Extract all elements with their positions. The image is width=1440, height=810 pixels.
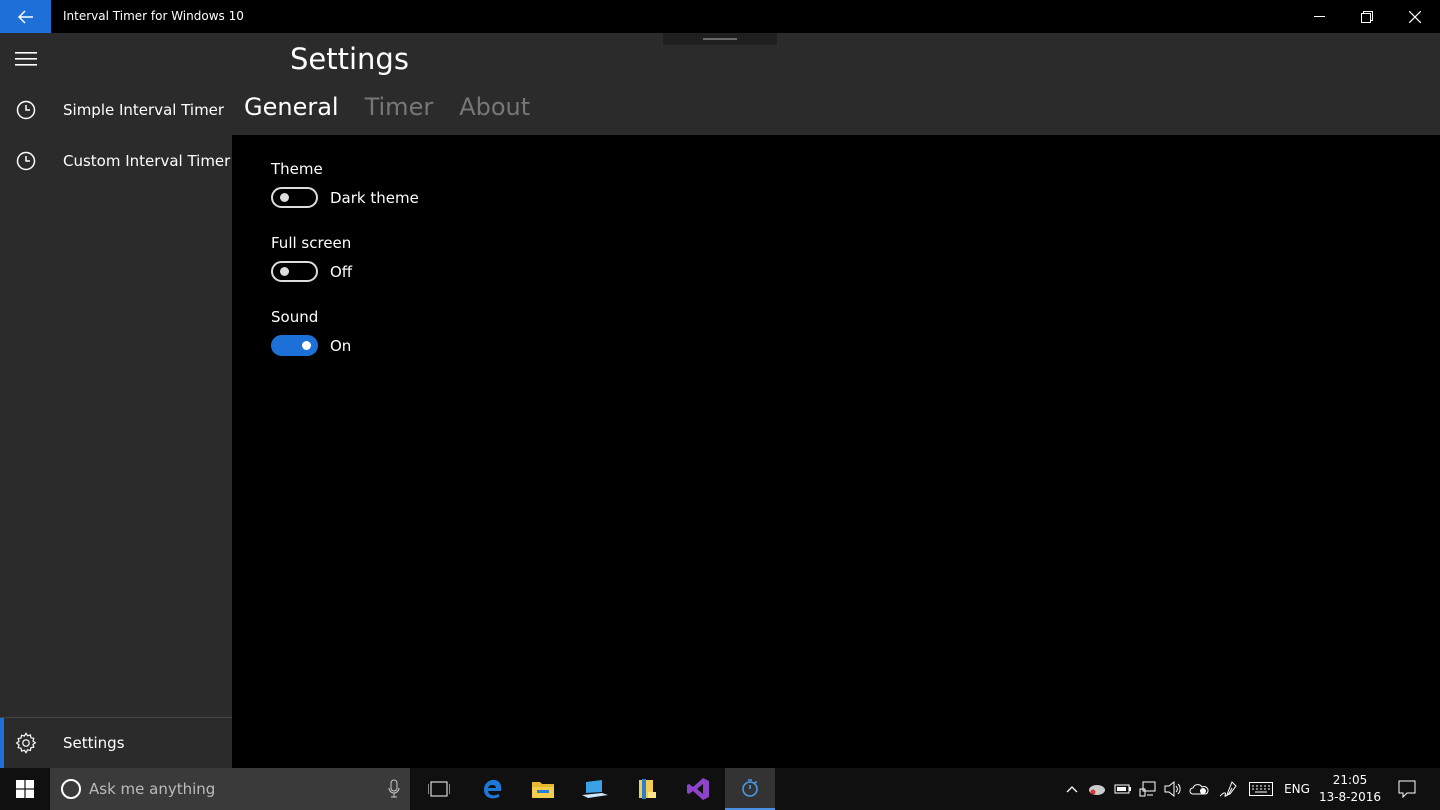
page-title: Settings [290,42,409,76]
close-button[interactable] [1391,0,1439,33]
windows-logo-icon [16,780,34,798]
app-title: Interval Timer for Windows 10 [63,9,244,23]
stopwatch-icon [742,779,758,797]
settings-content: Theme Dark theme Full screen Off Sound O… [232,135,1440,768]
toggle-knob [280,193,289,202]
hamburger-icon [14,52,37,66]
language-indicator[interactable]: ENG [1280,768,1314,810]
nav-pane: Simple Interval Timer Custom Interval Ti… [0,33,232,769]
selection-indicator [0,718,4,769]
folder-icon [532,782,554,798]
nav-item-simple-interval-timer[interactable]: Simple Interval Timer [0,85,232,135]
notepad-app[interactable] [622,768,672,810]
pen-workspace-icon[interactable] [1216,768,1240,810]
taskbar: Ask me anything ENG 21:05 13-8-2016 [0,768,1440,810]
tray-app-icon [1089,785,1105,795]
laptop-icon [582,780,608,798]
close-icon [1409,10,1421,23]
battery-icon[interactable] [1112,768,1134,810]
drag-handle[interactable] [663,33,777,45]
tray-app-icon[interactable] [1086,768,1108,810]
show-hidden-icons-button[interactable] [1062,768,1082,810]
start-button[interactable] [0,768,50,810]
back-button[interactable] [0,0,51,33]
file-explorer-app[interactable] [518,768,568,810]
interval-timer-app[interactable] [725,768,775,810]
minimize-icon [1313,16,1325,17]
fullscreen-state: Off [330,262,353,281]
visual-studio-app[interactable] [673,768,723,810]
gear-icon [0,732,51,754]
edge-app[interactable] [468,768,518,810]
search-placeholder: Ask me anything [89,780,216,798]
volume-icon[interactable] [1162,768,1184,810]
nav-item-label: Custom Interval Timer [63,152,231,170]
tab-general[interactable]: General [244,93,339,121]
pivot-tabs: General Timer About [244,93,530,121]
tab-about[interactable]: About [459,93,530,121]
theme-setting: Theme Dark theme [271,160,419,208]
toggle-knob [280,267,289,276]
notification-icon [1398,780,1416,798]
sound-setting: Sound On [271,308,351,356]
toggle-knob [302,341,311,350]
page-header: Settings General Timer About [232,33,1440,135]
nav-item-label: Simple Interval Timer [63,101,225,119]
tab-timer[interactable]: Timer [365,93,434,121]
network-icon[interactable] [1137,768,1159,810]
clock[interactable]: 21:05 13-8-2016 [1318,772,1382,806]
task-view-button[interactable] [414,768,464,810]
restore-button[interactable] [1343,0,1391,33]
fullscreen-toggle[interactable] [271,261,318,282]
edge-icon [484,779,502,799]
minimize-button[interactable] [1295,0,1343,33]
theme-label: Theme [271,160,323,178]
hamburger-button[interactable] [0,33,51,85]
clock-time: 21:05 [1332,773,1368,787]
nav-item-custom-interval-timer[interactable]: Custom Interval Timer [0,136,232,186]
fullscreen-label: Full screen [271,234,352,252]
clock-date: 13-8-2016 [1318,790,1382,804]
cortana-icon [61,779,81,799]
theme-state: Dark theme [330,188,419,207]
onedrive-icon[interactable] [1188,768,1210,810]
action-center-button[interactable] [1390,768,1424,810]
title-bar: Interval Timer for Windows 10 [0,0,1440,33]
restore-icon [1361,10,1373,23]
sound-label: Sound [271,308,319,326]
microphone-icon[interactable] [388,779,400,803]
fullscreen-setting: Full screen Off [271,234,352,282]
task-view-icon [428,781,450,797]
touch-keyboard-icon[interactable] [1248,768,1274,810]
clock-icon [0,151,51,171]
sound-toggle[interactable] [271,335,318,356]
theme-toggle[interactable] [271,187,318,208]
document-folder-icon [639,779,656,799]
clock-icon [0,100,51,120]
search-box[interactable]: Ask me anything [50,768,410,810]
back-arrow-icon [17,9,33,24]
visual-studio-icon [687,778,709,800]
chevron-up-icon [1066,786,1078,793]
nav-item-label: Settings [63,734,125,752]
nav-item-settings[interactable]: Settings [0,717,232,769]
remote-desktop-app[interactable] [570,768,620,810]
sound-state: On [330,336,352,355]
